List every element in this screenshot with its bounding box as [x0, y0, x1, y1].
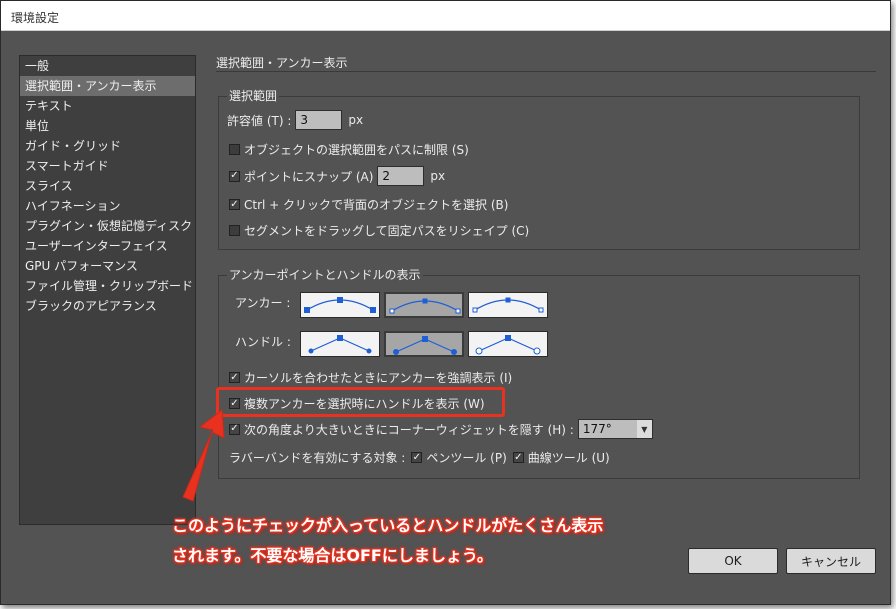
annotation-line-2: されます。不要な場合はOFFにしましょう。	[172, 546, 493, 565]
annotation-line-1: このようにチェックが入っているとハンドルがたくさん表示	[172, 516, 604, 535]
